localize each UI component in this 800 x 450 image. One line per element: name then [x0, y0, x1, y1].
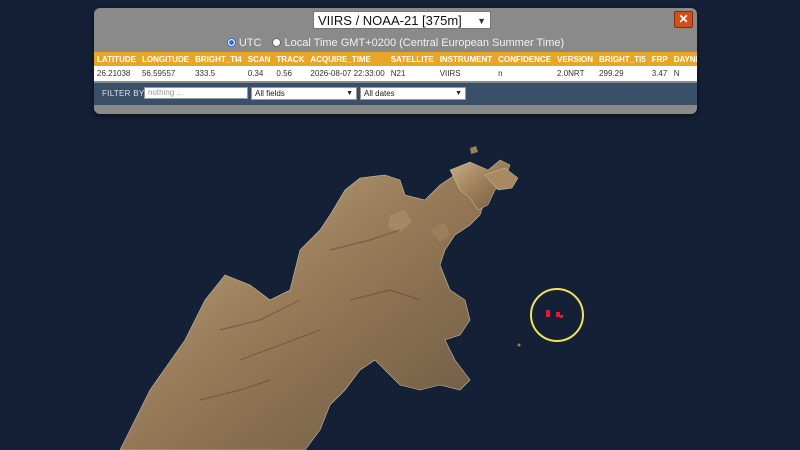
- chevron-down-icon: ▼: [477, 16, 486, 26]
- table-row[interactable]: 26.21038 56.59557 333.5 0.34 0.56 2026-0…: [94, 66, 697, 81]
- fire-marker[interactable]: [546, 310, 550, 317]
- filter-input[interactable]: nothing ...: [144, 87, 248, 99]
- layer-select-value: VIIRS / NOAA-21 [375m]: [318, 13, 462, 28]
- filter-label: FILTER BY: [102, 89, 145, 98]
- column-header[interactable]: LONGITUDE: [138, 52, 193, 66]
- chevron-down-icon: ▼: [346, 90, 353, 97]
- fire-data-table: LATITUDE LONGITUDE BRIGHT_TI4 SCAN TRACK…: [94, 52, 697, 81]
- table-cell: 2.0NRT: [554, 66, 597, 81]
- column-header[interactable]: TRACK: [273, 52, 308, 66]
- column-header[interactable]: LATITUDE: [94, 52, 139, 66]
- table-cell: 0.34: [244, 66, 274, 81]
- table-cell: 3.47: [648, 66, 671, 81]
- table-cell: 0.56: [273, 66, 308, 81]
- filter-bar: FILTER BY nothing ... All fields ▼ All d…: [94, 83, 697, 105]
- table-cell: 2026-08-07 22:33:00: [307, 66, 388, 81]
- fields-select-value: All fields: [255, 89, 285, 98]
- local-time-label: Local Time GMT+0200 (Central European Su…: [284, 37, 565, 49]
- column-header[interactable]: ACQUIRE_TIME: [307, 52, 388, 66]
- column-header[interactable]: SCAN: [244, 52, 274, 66]
- fire-marker[interactable]: [556, 312, 560, 317]
- column-header[interactable]: FRP: [648, 52, 671, 66]
- close-button[interactable]: ✕: [674, 11, 693, 28]
- table-cell: 26.21038: [94, 66, 139, 81]
- column-header[interactable]: CONFIDENCE: [495, 52, 555, 66]
- table-cell: N21: [387, 66, 437, 81]
- table-cell: 56.59557: [138, 66, 193, 81]
- chevron-down-icon: ▼: [455, 90, 462, 97]
- column-header[interactable]: SATELLITE: [387, 52, 437, 66]
- local-time-option[interactable]: Local Time GMT+0200 (Central European Su…: [272, 37, 564, 49]
- column-header[interactable]: BRIGHT_TI5: [596, 52, 649, 66]
- utc-option[interactable]: UTC: [226, 37, 262, 49]
- local-time-radio[interactable]: [272, 38, 282, 47]
- table-cell: N: [670, 66, 697, 81]
- fields-select[interactable]: All fields ▼: [251, 87, 357, 100]
- table-cell: 333.5: [192, 66, 245, 81]
- layer-select[interactable]: VIIRS / NOAA-21 [375m] ▼: [313, 11, 491, 29]
- utc-radio[interactable]: [226, 38, 236, 47]
- islet: [517, 343, 521, 347]
- table-header-row: LATITUDE LONGITUDE BRIGHT_TI4 SCAN TRACK…: [94, 52, 697, 66]
- column-header[interactable]: DAYNIGHT: [670, 52, 697, 66]
- fire-info-panel: VIIRS / NOAA-21 [375m] ▼ ✕ UTC Local Tim…: [94, 8, 697, 114]
- column-header[interactable]: BRIGHT_TI4: [192, 52, 245, 66]
- table-cell: n: [495, 66, 555, 81]
- table-cell: 299.29: [596, 66, 649, 81]
- utc-label: UTC: [238, 37, 262, 49]
- column-header[interactable]: VERSION: [554, 52, 597, 66]
- fire-marker[interactable]: [560, 315, 563, 318]
- table-cell: VIIRS: [436, 66, 496, 81]
- timezone-toggle: UTC Local Time GMT+0200 (Central Europea…: [94, 37, 697, 53]
- dates-select-value: All dates: [364, 89, 395, 98]
- column-header[interactable]: INSTRUMENT: [436, 52, 496, 66]
- dates-select[interactable]: All dates ▼: [360, 87, 466, 100]
